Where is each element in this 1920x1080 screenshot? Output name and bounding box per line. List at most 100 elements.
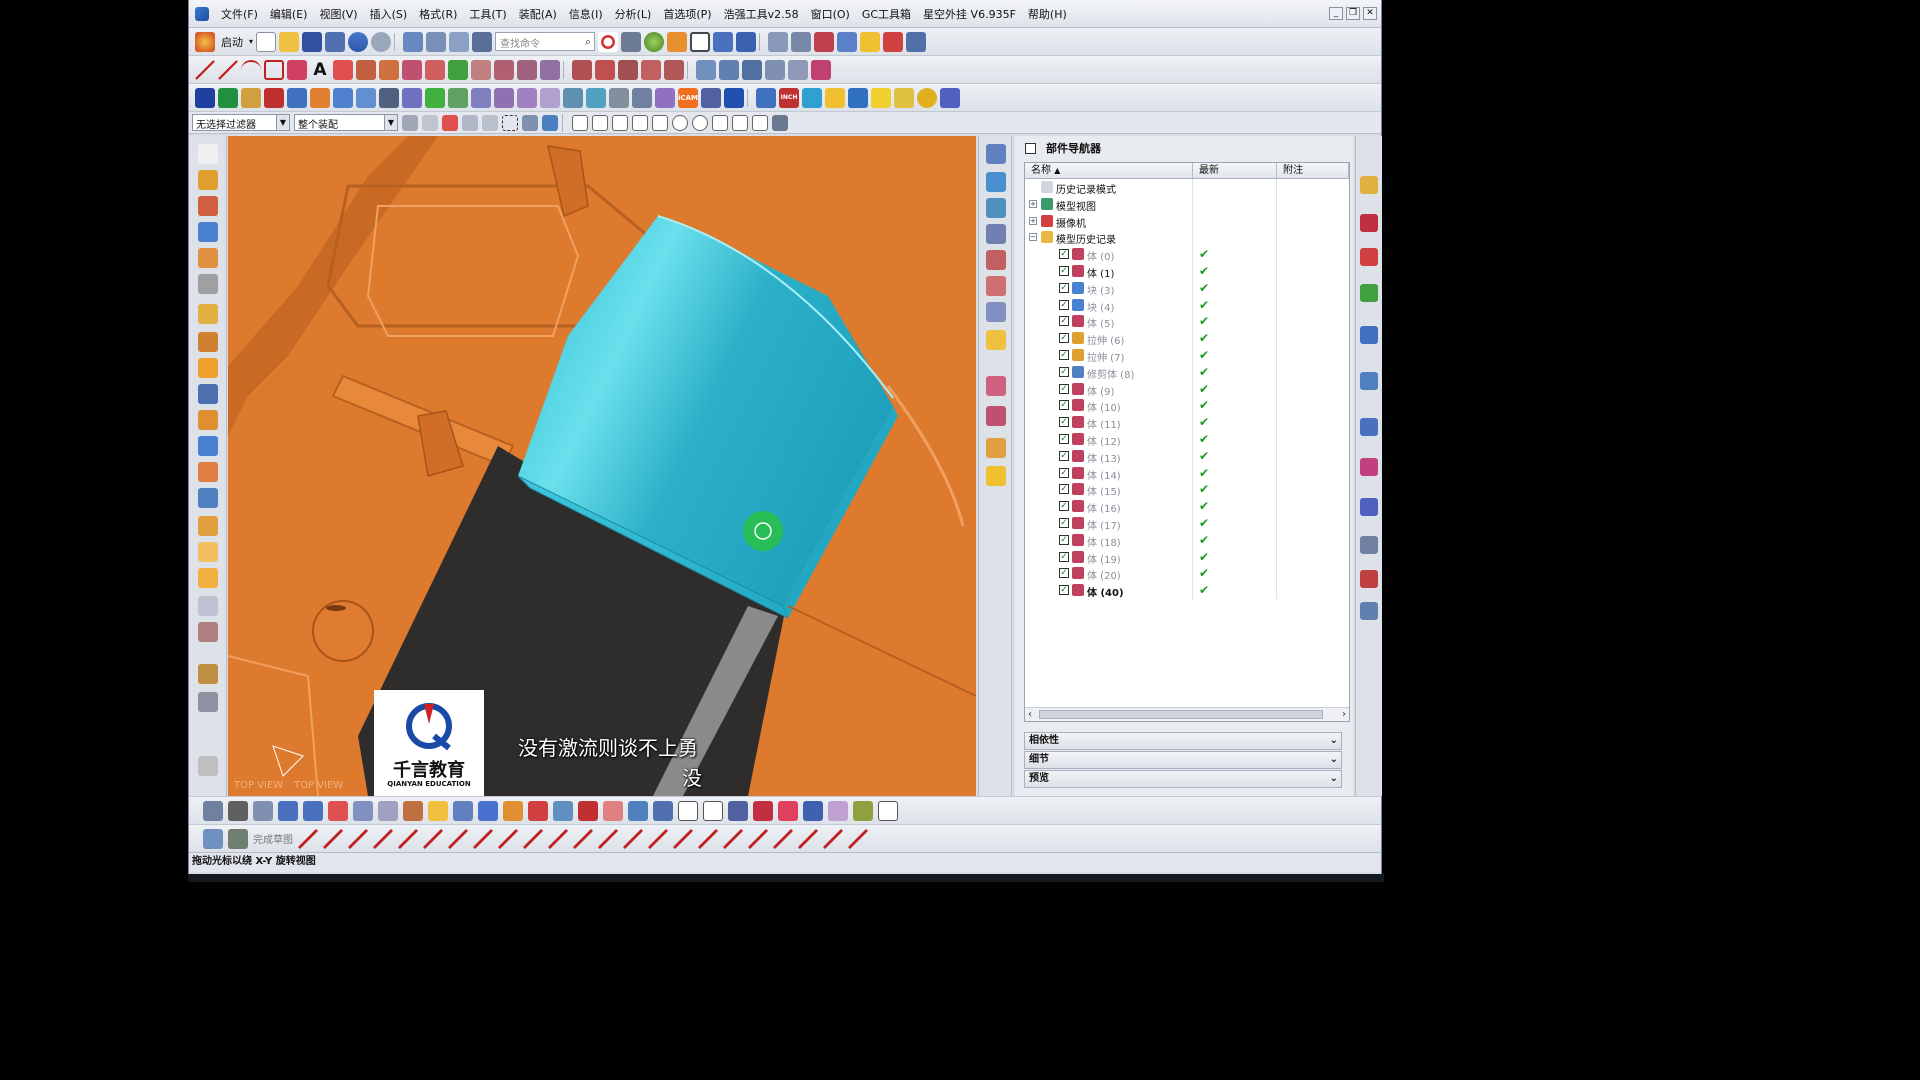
- pattern-feature-icon[interactable]: [402, 87, 422, 108]
- tree-row[interactable]: ✓ 体 (19) ✔: [1025, 548, 1349, 566]
- delete-face-icon[interactable]: [517, 87, 537, 108]
- tree-row[interactable]: ✓ 体 (15) ✔: [1025, 481, 1349, 498]
- parting-icon[interactable]: [578, 800, 598, 821]
- feature-checkbox[interactable]: ✓: [1059, 333, 1069, 344]
- trim-curve-icon[interactable]: [572, 59, 592, 80]
- menu-item[interactable]: GC工具箱: [856, 6, 917, 22]
- surface-grid-icon[interactable]: [696, 59, 716, 80]
- assembly-icon[interactable]: [328, 800, 348, 821]
- menu-item[interactable]: 编辑(E): [264, 6, 314, 22]
- layer-icon[interactable]: [768, 31, 789, 52]
- label-icon[interactable]: [986, 466, 1006, 486]
- navigator-pin-checkbox[interactable]: [1025, 142, 1036, 154]
- cylinder-icon[interactable]: [198, 196, 218, 216]
- hole-icon[interactable]: [333, 87, 353, 108]
- circle-tool-icon[interactable]: [878, 800, 898, 821]
- fit-icon[interactable]: [986, 144, 1006, 164]
- sketch-rectangle-icon[interactable]: [448, 828, 468, 849]
- grid-icon[interactable]: [883, 31, 904, 52]
- web-browser-icon[interactable]: [1360, 372, 1378, 390]
- emboss-icon[interactable]: [198, 516, 218, 536]
- menu-item[interactable]: 浩强工具v2.58: [718, 6, 805, 22]
- feature-checkbox[interactable]: ✓: [1059, 450, 1069, 461]
- feature-checkbox[interactable]: ✓: [1059, 249, 1069, 260]
- open-folder-icon[interactable]: [279, 31, 300, 52]
- feature-checkbox[interactable]: ✓: [1059, 366, 1069, 377]
- revolve-icon[interactable]: [198, 332, 218, 352]
- block-feature-icon[interactable]: [198, 170, 218, 190]
- shaded-icon[interactable]: [542, 114, 558, 131]
- tree-row[interactable]: 历史记录模式: [1025, 179, 1349, 196]
- next-view-icon[interactable]: [303, 800, 323, 821]
- snap-midpoint-icon[interactable]: [592, 114, 608, 131]
- start-icon[interactable]: [195, 31, 215, 52]
- snap-endpoint-icon[interactable]: [572, 114, 588, 131]
- display-object-icon[interactable]: [472, 31, 493, 52]
- feature-checkbox[interactable]: ✓: [1059, 568, 1069, 579]
- material-icon[interactable]: [986, 438, 1006, 458]
- calculator-icon[interactable]: [894, 87, 914, 108]
- feature-checkbox[interactable]: ✓: [1059, 585, 1069, 596]
- point-icon[interactable]: [287, 59, 307, 80]
- tree-row[interactable]: ✓ 块 (4) ✔: [1025, 296, 1349, 314]
- menu-item[interactable]: 帮助(H): [1022, 6, 1073, 22]
- quick-extend-icon[interactable]: [573, 828, 593, 849]
- selection-filter-select[interactable]: 无选择过滤器 ▼: [192, 114, 290, 131]
- frame-icon[interactable]: [690, 31, 711, 52]
- snap-control-icon[interactable]: [612, 114, 628, 131]
- measure-icon[interactable]: [837, 31, 858, 52]
- sphere-icon[interactable]: [644, 31, 665, 52]
- tree-row[interactable]: ✓ 拉伸 (7) ✔: [1025, 346, 1349, 364]
- arc-icon[interactable]: [241, 59, 261, 80]
- subtract-icon[interactable]: [198, 692, 218, 712]
- sew-icon[interactable]: [609, 87, 629, 108]
- boss-icon[interactable]: [310, 87, 330, 108]
- intersect-curve-icon[interactable]: [379, 59, 399, 80]
- through-mesh-icon[interactable]: [742, 59, 762, 80]
- section-dependencies[interactable]: 相依性 ⌄: [1024, 732, 1342, 750]
- offset-curve-icon[interactable]: [333, 59, 353, 80]
- tree-row[interactable]: + 摄像机: [1025, 212, 1349, 230]
- notes-icon[interactable]: [986, 330, 1006, 350]
- analysis-icon[interactable]: [860, 31, 881, 52]
- feature-checkbox[interactable]: ✓: [1059, 383, 1069, 394]
- select-region-icon[interactable]: [462, 114, 478, 131]
- pin-icon[interactable]: [218, 87, 238, 108]
- select-face-icon[interactable]: [442, 114, 458, 131]
- expand-icon[interactable]: +: [1029, 199, 1037, 208]
- scroll-right-icon[interactable]: ›: [1342, 708, 1346, 721]
- rectangle-tool-icon[interactable]: [678, 800, 698, 821]
- trim-body-icon[interactable]: [586, 87, 606, 108]
- electrode-icon[interactable]: [701, 87, 721, 108]
- close-icon[interactable]: ✕: [1363, 7, 1377, 20]
- offset-icon[interactable]: [623, 828, 643, 849]
- tree-row[interactable]: ✓ 体 (10) ✔: [1025, 397, 1349, 414]
- isoparametric-curve-icon[interactable]: [494, 59, 514, 80]
- snap-arc-center-icon[interactable]: [652, 114, 668, 131]
- extrude-feature-icon[interactable]: [198, 304, 218, 324]
- continuous-dim-icon[interactable]: [798, 828, 818, 849]
- menu-item[interactable]: 插入(S): [364, 6, 414, 22]
- component-icon[interactable]: [353, 800, 373, 821]
- finish-sketch-icon[interactable]: [228, 828, 248, 849]
- tree-row[interactable]: ✓ 体 (5) ✔: [1025, 313, 1349, 330]
- expand-icon[interactable]: +: [1029, 216, 1037, 225]
- tree-row[interactable]: ✓ 体 (12) ✔: [1025, 430, 1349, 448]
- tree-row[interactable]: ✓ 体 (0) ✔: [1025, 246, 1349, 263]
- basic-line-icon[interactable]: [218, 59, 238, 80]
- feature-checkbox[interactable]: ✓: [1059, 349, 1069, 360]
- copy-object-icon[interactable]: [449, 31, 470, 52]
- draft-icon[interactable]: [198, 542, 218, 562]
- inferred-dim-icon[interactable]: [773, 828, 793, 849]
- pocket-feature-icon[interactable]: [198, 410, 218, 430]
- edit-curve-icon[interactable]: [664, 59, 684, 80]
- check-feature-icon[interactable]: [425, 87, 445, 108]
- shell-icon[interactable]: [198, 622, 218, 642]
- feature-checkbox[interactable]: ✓: [1059, 433, 1069, 444]
- name-tool-icon[interactable]: [724, 87, 744, 108]
- checker-icon[interactable]: [853, 800, 873, 821]
- bridge-curve-icon[interactable]: [402, 59, 422, 80]
- wave-link-icon[interactable]: [428, 800, 448, 821]
- mate-icon[interactable]: [403, 800, 423, 821]
- tree-row[interactable]: ✓ 修剪体 (8) ✔: [1025, 363, 1349, 381]
